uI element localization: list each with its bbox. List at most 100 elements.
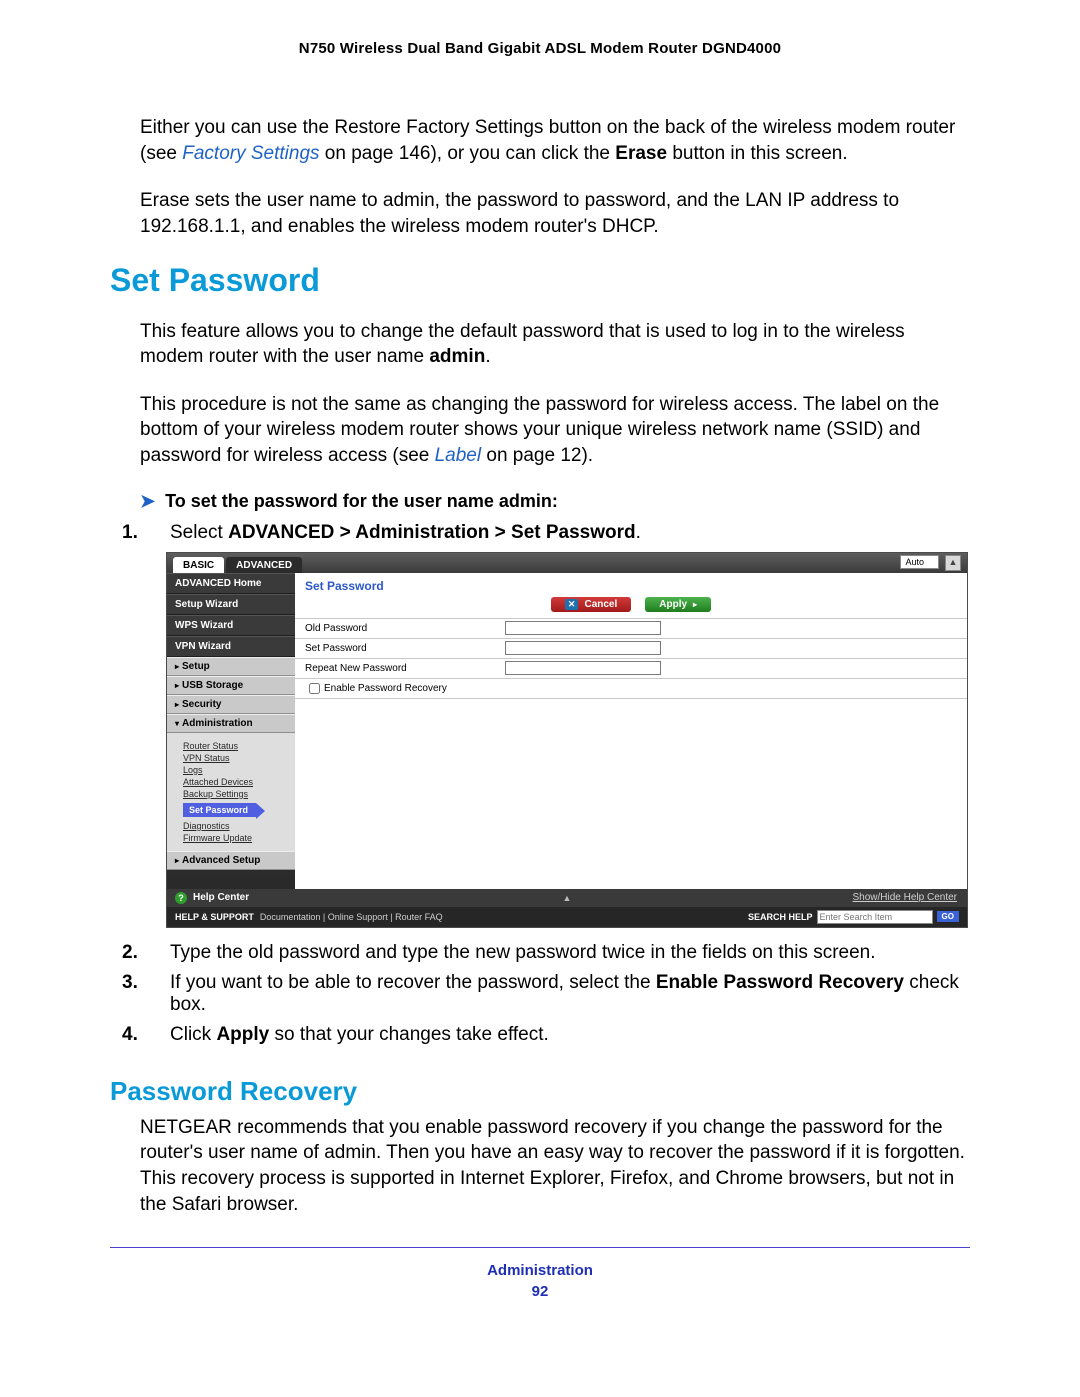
old-password-row: Old Password — [295, 618, 967, 638]
footer-page-number: 92 — [110, 1283, 970, 1300]
document-header: N750 Wireless Dual Band Gigabit ADSL Mod… — [110, 40, 970, 57]
close-icon: ✕ — [565, 599, 579, 610]
password-recovery-p1: NETGEAR recommends that you enable passw… — [140, 1115, 970, 1218]
repeat-password-label: Repeat New Password — [305, 663, 505, 674]
path-bold: ADVANCED > Administration > Set Password — [228, 522, 636, 543]
triangle-icon: ▸ — [175, 681, 179, 690]
set-password-row: Set Password — [295, 638, 967, 658]
admin-backup-settings[interactable]: Backup Settings — [183, 789, 295, 799]
text: . — [636, 522, 641, 543]
chevron-up-icon[interactable]: ▲ — [563, 893, 572, 903]
set-password-input[interactable] — [505, 641, 661, 655]
text: . — [485, 346, 490, 367]
triangle-down-icon: ▾ — [175, 719, 179, 728]
old-password-input[interactable] — [505, 621, 661, 635]
admin-vpn-status[interactable]: VPN Status — [183, 753, 295, 763]
step-number: 4. — [146, 1024, 170, 1046]
label: Advanced Setup — [182, 855, 260, 866]
footer-section: Administration — [110, 1262, 970, 1279]
triangle-icon: ▸ — [175, 700, 179, 709]
set-password-p2: This procedure is not the same as changi… — [140, 392, 970, 469]
footer-rule — [110, 1247, 970, 1248]
admin-set-password-active[interactable]: Set Password — [183, 803, 256, 817]
tab-advanced[interactable]: ADVANCED — [226, 557, 302, 573]
support-bar: HELP & SUPPORT Documentation | Online Su… — [167, 907, 967, 927]
label: Apply — [659, 599, 687, 610]
apply-bold: Apply — [216, 1024, 269, 1045]
arrow-icon: ➤ — [140, 491, 155, 511]
apply-button[interactable]: Apply ▸ — [645, 597, 711, 612]
button-row: ✕Cancel Apply ▸ — [295, 597, 967, 612]
enable-recovery-checkbox[interactable] — [309, 683, 320, 694]
intro-paragraph-2: Erase sets the user name to admin, the p… — [140, 188, 970, 239]
help-icon[interactable]: ? — [175, 892, 187, 904]
step-4: 4.Click Apply so that your changes take … — [170, 1024, 970, 1046]
go-button[interactable]: GO — [937, 911, 959, 922]
triangle-icon: ▸ — [175, 856, 179, 865]
admin-router-status[interactable]: Router Status — [183, 741, 295, 751]
support-links[interactable]: Documentation | Online Support | Router … — [260, 912, 443, 922]
text: button in this screen. — [667, 143, 848, 164]
sidebar-item-setup-wizard[interactable]: Setup Wizard — [167, 594, 295, 615]
task-text: To set the password for the user name ad… — [165, 491, 558, 511]
admin-diagnostics[interactable]: Diagnostics — [183, 821, 295, 831]
task-line: ➤ To set the password for the user name a… — [140, 491, 970, 512]
sidebar-sub-security[interactable]: ▸Security — [167, 695, 295, 714]
admin-attached-devices[interactable]: Attached Devices — [183, 777, 295, 787]
step-number: 3. — [146, 972, 170, 994]
repeat-password-input[interactable] — [505, 661, 661, 675]
label: Security — [182, 699, 221, 710]
help-support-label: HELP & SUPPORT — [175, 912, 254, 922]
scroll-up-icon[interactable]: ▲ — [945, 555, 961, 571]
help-bar: ? Help Center ▲ Show/Hide Help Center — [167, 889, 967, 907]
admin-bold: admin — [429, 346, 485, 367]
auto-dropdown[interactable]: Auto — [900, 555, 939, 569]
tab-basic[interactable]: BASIC — [173, 557, 224, 573]
admin-firmware-update[interactable]: Firmware Update — [183, 833, 295, 843]
step-3: 3.If you want to be able to recover the … — [170, 972, 970, 1016]
sidebar-item-wps-wizard[interactable]: WPS Wizard — [167, 615, 295, 636]
sidebar-sub-advanced-setup[interactable]: ▸Advanced Setup — [167, 851, 295, 870]
admin-logs[interactable]: Logs — [183, 765, 295, 775]
text: If you want to be able to recover the pa… — [170, 972, 656, 993]
text: on page 146), or you can click the — [320, 143, 616, 164]
search-help-input[interactable] — [817, 910, 933, 924]
content-title: Set Password — [295, 573, 967, 595]
triangle-icon: ▸ — [693, 600, 697, 609]
label: USB Storage — [182, 680, 243, 691]
search-help-label: SEARCH HELP — [748, 912, 813, 922]
password-recovery-heading: Password Recovery — [110, 1076, 970, 1107]
set-password-heading: Set Password — [110, 262, 970, 299]
text: so that your changes take effect. — [269, 1024, 549, 1045]
old-password-label: Old Password — [305, 623, 505, 634]
sidebar-item-vpn-wizard[interactable]: VPN Wizard — [167, 636, 295, 657]
step-number: 1. — [146, 522, 170, 544]
enable-recovery-row: Enable Password Recovery — [295, 678, 967, 699]
step-number: 2. — [146, 942, 170, 964]
sidebar-sub-administration[interactable]: ▾Administration — [167, 714, 295, 733]
show-hide-help-link[interactable]: Show/Hide Help Center — [853, 892, 958, 903]
sidebar-sub-setup[interactable]: ▸Setup — [167, 657, 295, 676]
text: Type the old password and type the new p… — [170, 942, 876, 963]
label: Setup — [182, 661, 210, 672]
cancel-button[interactable]: ✕Cancel — [551, 597, 631, 612]
tab-row: BASIC ADVANCED Auto ▲ — [167, 553, 967, 573]
set-password-p1: This feature allows you to change the de… — [140, 319, 970, 370]
sidebar-item-advanced-home[interactable]: ADVANCED Home — [167, 573, 295, 594]
label: Administration — [182, 718, 253, 729]
erase-bold: Erase — [615, 143, 667, 164]
set-password-label: Set Password — [305, 643, 505, 654]
admin-submenu: Router Status VPN Status Logs Attached D… — [167, 733, 295, 851]
text: on page 12). — [481, 445, 593, 466]
text: Click — [170, 1024, 216, 1045]
search-help: SEARCH HELP GO — [748, 910, 959, 924]
factory-settings-link[interactable]: Factory Settings — [182, 143, 319, 164]
text: Select — [170, 522, 228, 543]
sidebar-sub-usb[interactable]: ▸USB Storage — [167, 676, 295, 695]
help-center-label[interactable]: Help Center — [193, 892, 249, 903]
sidebar: ADVANCED Home Setup Wizard WPS Wizard VP… — [167, 573, 295, 889]
enable-recovery-bold: Enable Password Recovery — [656, 972, 904, 993]
router-ui-screenshot: BASIC ADVANCED Auto ▲ ADVANCED Home Setu… — [166, 552, 968, 928]
content-area: Set Password ✕Cancel Apply ▸ Old Password… — [295, 573, 967, 889]
label-link[interactable]: Label — [435, 445, 482, 466]
